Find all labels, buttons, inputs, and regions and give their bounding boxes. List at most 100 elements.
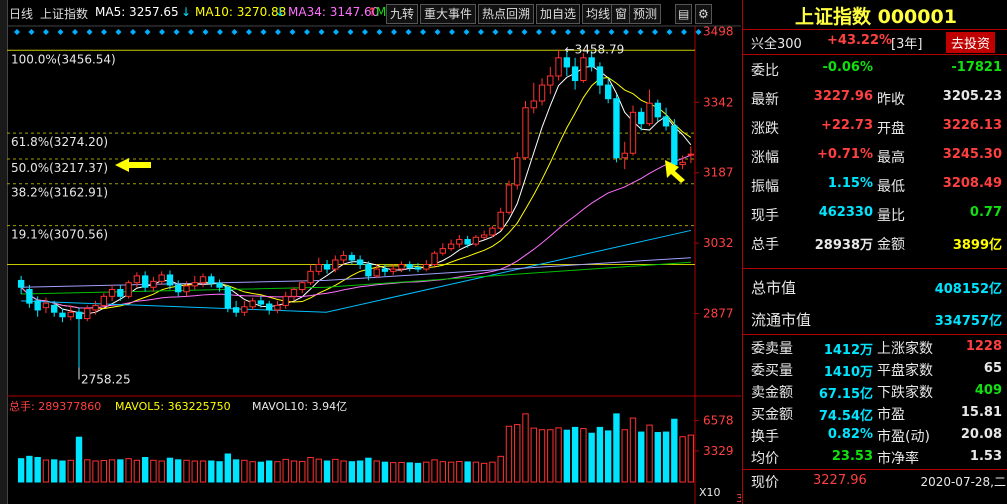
volume-bar — [26, 455, 33, 483]
candle-body — [538, 84, 546, 102]
volume-bar — [307, 457, 314, 483]
event-marker-icon — [231, 29, 238, 35]
candle-body — [497, 211, 504, 229]
quote-row: 总手 28938万 金额 3899亿 — [743, 229, 1007, 258]
candle-body — [133, 275, 141, 284]
quote-value: 1.15% — [827, 176, 873, 191]
volume-bar — [662, 431, 670, 483]
candle-body — [423, 264, 430, 270]
candle-body — [390, 268, 397, 272]
candle-body — [671, 125, 678, 166]
volume-bar — [365, 457, 372, 483]
event-marker-icon — [623, 29, 629, 35]
quote-label: 最新 — [751, 92, 779, 108]
event-marker-icon — [695, 29, 702, 35]
quote-label: 开盘 — [877, 121, 905, 137]
fund-ad-row[interactable]: 兴全300 +43.22% [3年] 去投资 — [743, 30, 1007, 54]
quote-label: 上涨家数 — [877, 341, 933, 357]
market-cap-row: 总市值 408152亿 — [743, 274, 1007, 298]
invest-button[interactable]: 去投资 — [946, 32, 996, 53]
candle-body — [365, 264, 372, 277]
quote-label: 卖金额 — [751, 385, 793, 401]
volume-bar — [472, 461, 480, 483]
volume-bar — [183, 459, 190, 483]
fib-label: 61.8%(3274.20) — [11, 135, 108, 149]
price-tick-label: 3498 — [703, 24, 734, 38]
price-tick-label: 3342 — [703, 95, 734, 109]
quote-value: 20.08 — [960, 427, 1002, 442]
quote-value: 3205.23 — [942, 89, 1002, 104]
candle-body — [241, 306, 248, 313]
candle-body — [547, 75, 554, 86]
quote-label: 量比 — [877, 208, 905, 224]
candle-body — [456, 239, 463, 245]
kline-chart[interactable]: 100.0%(3456.54) 61.8%(3274.20) 50.0%(3217.… — [7, 0, 741, 504]
candle-body — [42, 302, 50, 309]
candle-body — [687, 153, 695, 156]
quote-value: 28938万 — [814, 238, 873, 253]
volume-bar — [216, 461, 223, 483]
volume-bars: 总手: 289377860 MAVOL5: 363225750 MAVOL10: 3… — [9, 399, 695, 483]
fib-label: 50.0%(3217.37) — [11, 161, 108, 175]
volume-bar — [563, 429, 571, 483]
candle-body — [662, 116, 670, 127]
candle-body — [489, 227, 496, 236]
candle-body — [439, 248, 447, 254]
event-marker-icon — [594, 29, 600, 35]
volume-bar — [580, 428, 587, 483]
candle-body — [183, 285, 190, 293]
volume-bar — [92, 460, 99, 483]
volume-bar — [108, 459, 116, 483]
moving-average-lines — [20, 65, 692, 315]
quote-value: 3227.96 — [813, 89, 873, 104]
mavol5-readout: MAVOL5: 363225750 — [115, 400, 231, 413]
volume-bar — [100, 460, 108, 483]
candle-body — [92, 304, 99, 311]
event-marker-icon — [507, 29, 513, 35]
candle-body — [638, 111, 645, 125]
candle-body — [398, 264, 405, 270]
candle-body — [315, 264, 322, 272]
candle-body — [431, 252, 438, 266]
event-marker-icon — [130, 29, 136, 35]
stats-row: 委买量 1410万 平盘家数 65 — [743, 358, 1007, 380]
candle-body — [514, 157, 521, 186]
volume-bar — [232, 459, 240, 483]
quote-value: 1228 — [965, 339, 1002, 354]
price-tick-label: 3032 — [703, 236, 734, 250]
event-marker-icon — [217, 29, 223, 35]
volume-bar — [51, 459, 58, 483]
event-marker-icon — [449, 29, 455, 35]
event-marker-icon — [14, 29, 20, 35]
fibonacci-levels: 100.0%(3456.54) 61.8%(3274.20) 50.0%(3217.… — [7, 49, 695, 266]
event-marker-icon — [289, 29, 296, 35]
candle-body — [447, 243, 455, 250]
volume-bar — [687, 434, 695, 483]
quote-value: 3226.13 — [942, 118, 1002, 133]
quote-label: 平盘家数 — [877, 363, 933, 379]
candle-body — [249, 300, 256, 308]
candle-body — [580, 57, 587, 82]
quote-panel: 上证指数 000001 兴全300 +43.22% [3年] 去投资 委比 -0.… — [742, 0, 1007, 504]
volume-bar — [356, 460, 364, 483]
event-marker-icon — [521, 29, 528, 35]
volume-bar — [538, 429, 546, 483]
candle-body — [224, 286, 232, 309]
quote-label: 市净率 — [877, 451, 919, 467]
price-axis: 3498 3342 3187 3032 2877 6578 3329 X10 3269 — [695, 24, 741, 504]
volume-bar — [75, 436, 83, 483]
volume-bar — [323, 460, 331, 483]
volume-bar — [117, 459, 124, 483]
volume-bar — [671, 418, 678, 483]
volume-bar — [34, 457, 41, 483]
event-marker-icon — [202, 29, 209, 35]
volume-bar — [141, 457, 149, 483]
quote-value: 3227.96 — [813, 473, 867, 488]
candle-body — [588, 57, 595, 68]
quote-value: 1410万 — [823, 365, 873, 380]
event-marker-icon — [318, 29, 325, 35]
quote-value: 408152亿 — [934, 282, 1002, 297]
price-tick-label: 2877 — [703, 307, 734, 321]
event-marker-icon — [347, 29, 354, 35]
volume-bar — [613, 413, 620, 483]
